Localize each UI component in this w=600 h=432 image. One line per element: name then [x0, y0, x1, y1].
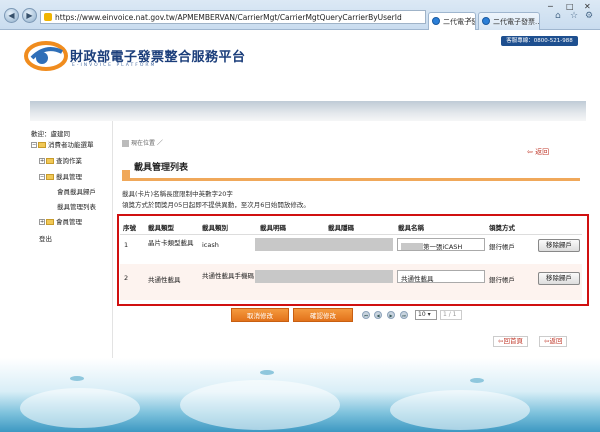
row-type: 晶片卡類型載具	[148, 239, 194, 247]
dropdown-icon: ▾	[427, 311, 431, 318]
row-seq: 1	[124, 241, 129, 249]
col-header-name: 載具名稱	[398, 224, 424, 232]
first-page-icon[interactable]: ⏮	[362, 311, 370, 319]
row-type: 共通性載具	[148, 276, 181, 284]
row-prize: 銀行帳戶	[489, 243, 515, 251]
site-icon	[44, 13, 52, 21]
hotline-badge: 客服專線：0800-521-988	[501, 36, 578, 46]
site-subtitle: E-INVOICE PLATFORM	[72, 63, 157, 68]
row-category: 共通性載具手機碼	[202, 272, 254, 280]
wave-shape	[180, 380, 340, 430]
einvoice-logo-icon	[24, 41, 68, 71]
collapse-icon[interactable]: −	[31, 142, 37, 148]
browser-tab-2[interactable]: 二代電子發票...	[478, 12, 540, 30]
next-page-icon[interactable]: ▶	[387, 311, 395, 319]
expand-icon[interactable]: +	[39, 158, 45, 164]
back-nav-icon[interactable]: ◀	[4, 8, 19, 23]
cancel-edit-button[interactable]: 取消修改	[231, 308, 289, 322]
address-bar[interactable]: https://www.einvoice.nat.gov.tw/APMEMBER…	[40, 10, 426, 24]
forward-nav-icon[interactable]: ▶	[22, 8, 37, 23]
tab-label: 二代電子發票...	[493, 18, 540, 26]
page-title: 載具管理列表	[134, 163, 189, 173]
col-header-prize: 領獎方式	[489, 224, 515, 232]
collapse-icon[interactable]: −	[39, 174, 45, 180]
tab-close-icon[interactable]: ✕	[466, 16, 472, 24]
masked-code	[255, 238, 393, 251]
close-window-icon[interactable]: ✕	[584, 2, 591, 11]
sidebar-divider	[112, 121, 113, 361]
remove-carrier-button[interactable]: 移除歸戶	[538, 272, 580, 285]
ie-icon	[432, 17, 440, 25]
home-button[interactable]: ⇦回首頁	[493, 336, 528, 347]
favorites-icon[interactable]: ☆	[570, 11, 578, 21]
wave-shape	[20, 388, 140, 428]
back-button[interactable]: ⇦返回	[539, 336, 568, 347]
folder-icon	[38, 142, 46, 148]
browser-chrome: ─ □ ✕ ◀ ▶ https://www.einvoice.nat.gov.t…	[0, 0, 600, 30]
col-header-type: 載具類型	[148, 224, 174, 232]
maximize-icon[interactable]: □	[566, 2, 574, 11]
row-seq: 2	[124, 274, 129, 282]
address-url: https://www.einvoice.nat.gov.tw/APMEMBER…	[55, 12, 402, 22]
back-link-top[interactable]: ⇦ 返回	[527, 147, 549, 157]
sidebar-item-member-mgmt[interactable]: + 會員管理	[39, 216, 82, 226]
settings-gear-icon[interactable]: ⚙	[585, 11, 593, 21]
folder-icon	[46, 158, 54, 164]
col-header-category: 載具類別	[202, 224, 228, 232]
header-banner	[30, 101, 586, 121]
sidebar-item-query[interactable]: + 查詢作業	[39, 155, 82, 165]
masked-code	[255, 270, 393, 283]
masked-prefix	[401, 242, 423, 250]
confirm-edit-button[interactable]: 確認修改	[293, 308, 353, 322]
back-arrow-icon: ⇦	[527, 148, 533, 156]
col-header-plain-code: 載具明碼	[260, 224, 286, 232]
sidebar-item-carrier-mgmt[interactable]: − 載具管理	[39, 171, 82, 181]
breadcrumb: 現在位置 ／	[122, 138, 163, 147]
page-size-select[interactable]: 10 ▾	[415, 310, 437, 320]
carrier-name-input[interactable]: 共通性載具	[397, 270, 485, 283]
row-category: icash	[202, 241, 219, 249]
folder-icon	[46, 219, 54, 225]
fish-icon	[260, 370, 274, 375]
expand-icon[interactable]: +	[39, 219, 45, 225]
folder-icon	[46, 174, 54, 180]
title-underline	[122, 178, 580, 181]
sidebar-item-member-carrier[interactable]: 會員載具歸戶	[57, 186, 96, 196]
note-line-2: 領獎方式於開獎月05日起即不提供異動，至次月6日始開放修改。	[122, 201, 310, 209]
last-page-icon[interactable]: ⏭	[400, 311, 408, 319]
note-line-1: 載具(卡片)名稱長度限制中英數字20字	[122, 190, 233, 198]
sidebar-item-consumer-menu[interactable]: − 消費者功能選單	[31, 139, 94, 149]
home-icon[interactable]: ⌂	[555, 11, 561, 21]
wave-shape	[390, 390, 530, 430]
fish-icon	[70, 376, 84, 381]
welcome-text: 歡迎：盧建同	[31, 130, 70, 138]
minimize-icon[interactable]: ─	[548, 2, 553, 11]
location-icon	[122, 140, 129, 147]
footer-ocean-art	[0, 358, 600, 432]
fish-icon	[470, 378, 484, 383]
prev-page-icon[interactable]: ◀	[374, 311, 382, 319]
browser-tab-1[interactable]: 二代電子發... ✕	[428, 12, 476, 30]
sidebar-item-carrier-list[interactable]: 載具管理列表	[57, 201, 96, 211]
page-number-input[interactable]: 1 / 1	[440, 310, 462, 320]
carrier-name-input[interactable]: 第一張iCASH	[397, 238, 485, 251]
remove-carrier-button[interactable]: 移除歸戶	[538, 239, 580, 252]
row-prize: 銀行帳戶	[489, 276, 515, 284]
sidebar-item-logout[interactable]: 登出	[39, 233, 52, 243]
col-header-seq: 序號	[123, 224, 136, 232]
ie-icon	[482, 17, 490, 25]
col-header-hidden-code: 載具隱碼	[328, 224, 354, 232]
